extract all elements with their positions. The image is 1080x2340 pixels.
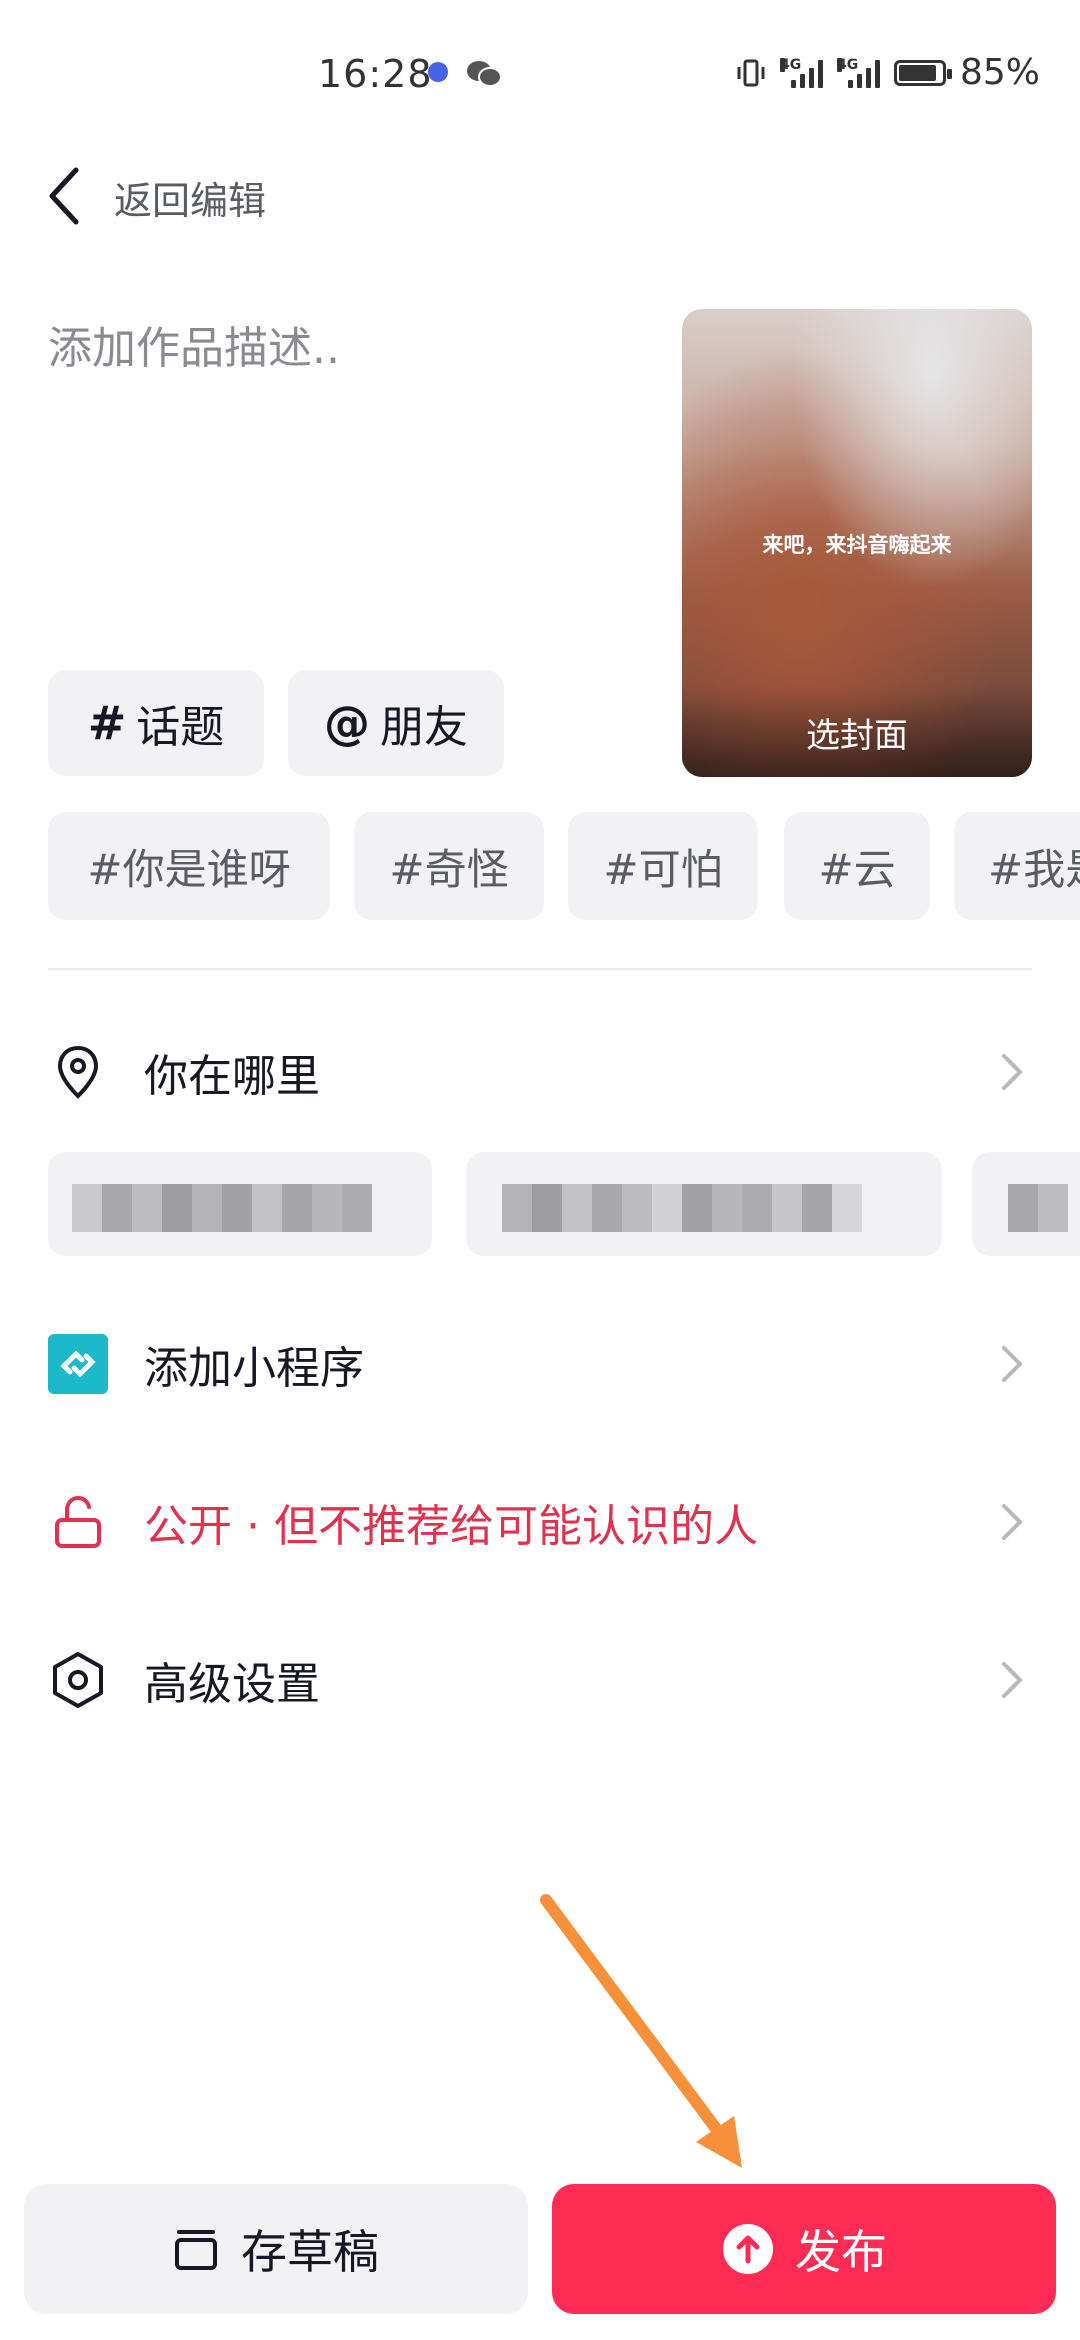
tag-chip[interactable]: #奇怪 <box>354 812 544 920</box>
signal-1-icon: 4G <box>779 57 823 88</box>
location-suggestion[interactable] <box>466 1152 942 1256</box>
select-cover-label: 选封面 <box>806 716 908 756</box>
hash-icon: # <box>87 696 127 750</box>
friend-label: 朋友 <box>380 702 468 753</box>
signal-2-icon: 4G <box>836 57 880 88</box>
unlock-icon <box>48 1492 108 1552</box>
publish-button[interactable]: 发布 <box>552 2184 1056 2314</box>
back-button[interactable] <box>44 160 104 232</box>
tag-chip[interactable]: #我是 <box>954 812 1080 920</box>
advanced-settings-label: 高级设置 <box>144 1659 320 1710</box>
mini-program-label: 添加小程序 <box>144 1343 364 1394</box>
chevron-right-icon <box>992 1334 1032 1394</box>
upload-arrow-icon <box>723 2224 773 2274</box>
location-pin-icon <box>48 1042 108 1102</box>
vibrate-icon <box>737 59 765 86</box>
advanced-settings-row[interactable]: 高级设置 <box>48 1620 1032 1740</box>
tag-chip[interactable]: #你是谁呀 <box>48 812 330 920</box>
location-label: 你在哪里 <box>144 1051 320 1102</box>
mention-friend-button[interactable]: @ 朋友 <box>288 670 504 776</box>
at-icon: @ <box>324 696 370 750</box>
status-indicators: 4G 4G 85% <box>736 52 1040 93</box>
back-label[interactable]: 返回编辑 <box>114 170 266 225</box>
save-draft-button[interactable]: 存草稿 <box>24 2184 528 2314</box>
tag-chip[interactable]: #云 <box>784 812 930 920</box>
settings-hexagon-icon <box>48 1650 108 1710</box>
chevron-left-icon <box>49 167 79 225</box>
location-suggestion[interactable] <box>972 1152 1080 1256</box>
chevron-right-icon <box>992 1650 1032 1710</box>
cover-caption: 来吧，来抖音嗨起来 <box>762 533 952 557</box>
music-app-icon <box>428 62 448 82</box>
chevron-right-icon <box>992 1042 1032 1102</box>
annotation-arrow-icon <box>540 1894 742 2168</box>
cover-preview[interactable]: 来吧，来抖音嗨起来 选封面 <box>682 309 1032 777</box>
topic-button[interactable]: # 话题 <box>48 670 264 776</box>
mini-program-icon <box>48 1334 108 1394</box>
draft-box-icon <box>175 2230 217 2270</box>
visibility-label: 公开 · 但不推荐给可能认识的人 <box>144 1501 758 1552</box>
save-draft-label: 存草稿 <box>241 2225 379 2279</box>
status-time: 16:28 <box>318 52 433 96</box>
battery-percent: 85% <box>959 52 1040 93</box>
topic-label: 话题 <box>136 702 225 753</box>
tag-chip[interactable]: #可怕 <box>568 812 758 920</box>
select-cover-button[interactable]: 选封面 <box>682 687 1032 777</box>
visibility-row[interactable]: 公开 · 但不推荐给可能认识的人 <box>48 1462 1032 1582</box>
mini-program-row[interactable]: 添加小程序 <box>48 1304 1032 1424</box>
battery-icon <box>893 59 952 86</box>
location-row[interactable]: 你在哪里 <box>48 1012 1032 1132</box>
wechat-icon <box>467 61 502 87</box>
divider <box>48 968 1032 970</box>
location-suggestion[interactable] <box>48 1152 432 1256</box>
description-input[interactable]: 添加作品描述.. <box>48 312 340 376</box>
publish-label: 发布 <box>795 2225 887 2279</box>
chevron-right-icon <box>992 1492 1032 1552</box>
